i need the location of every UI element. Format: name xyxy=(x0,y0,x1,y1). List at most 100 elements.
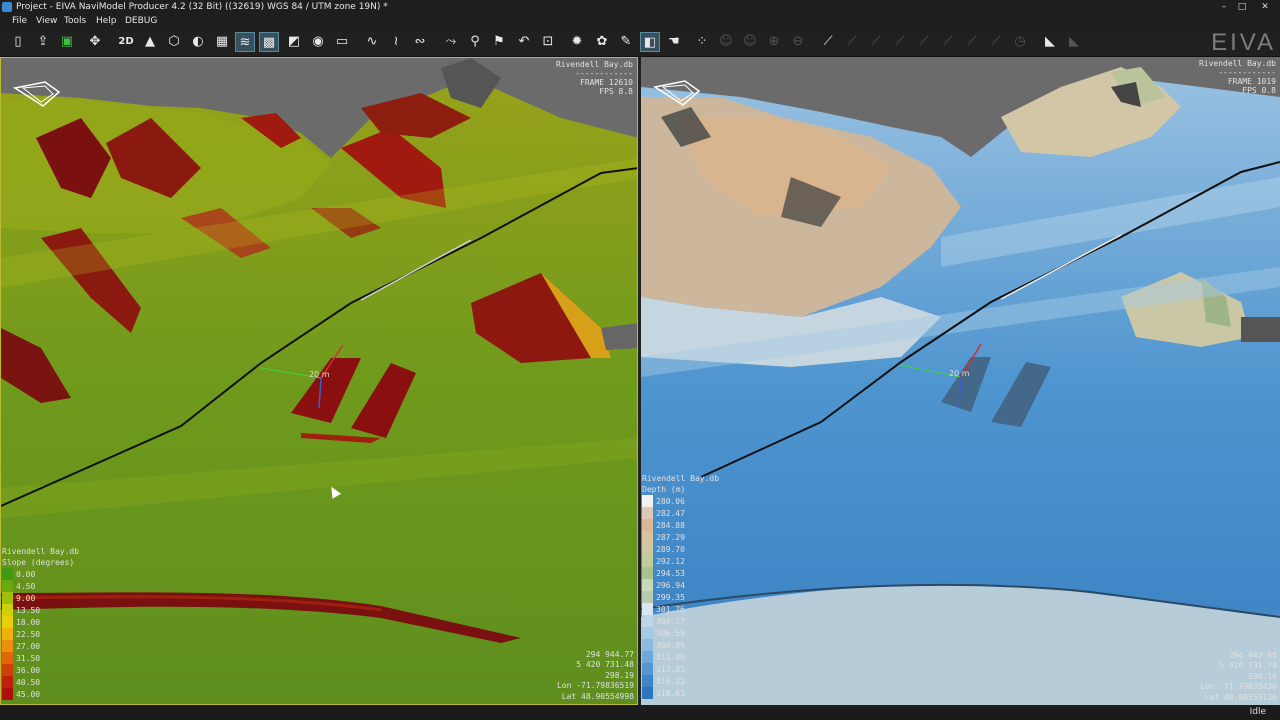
slope-3d-viewport[interactable]: Rivendell Bay.db ------------ FRAME 1261… xyxy=(0,57,638,705)
legend-row: 45.00 xyxy=(2,688,79,700)
shaded-surface-icon[interactable]: ◐ xyxy=(188,32,208,52)
legend-value: 13.50 xyxy=(16,605,41,615)
terrain-icon[interactable]: ◩ xyxy=(284,32,304,52)
legend-db-name: Rivendell Bay.db xyxy=(2,547,80,556)
legend-value: 287.29 xyxy=(656,532,685,542)
legend-value: 304.17 xyxy=(656,616,685,626)
menu-debug[interactable]: DEBUG xyxy=(125,14,157,29)
line-tool-5-icon[interactable]: ⟋ xyxy=(914,32,934,52)
point-cloud-icon[interactable]: ⁘ xyxy=(692,32,712,52)
north-arrow-icon[interactable]: ▲ xyxy=(140,32,160,52)
legend-value: 9.00 xyxy=(16,593,36,603)
legend-row: 313.81 xyxy=(642,663,719,675)
close-button[interactable]: ✕ xyxy=(1253,0,1277,14)
pin-icon[interactable]: ⚲ xyxy=(465,32,485,52)
line-tool-7-icon[interactable]: ⟋ xyxy=(962,32,982,52)
window-title: Project - EIVA NaviModel Producer 4.2 (3… xyxy=(16,2,388,12)
legend-swatch xyxy=(2,628,13,640)
grid-icon[interactable]: ▦ xyxy=(212,32,232,52)
pin-edit-icon[interactable]: ⚑ xyxy=(489,32,509,52)
legend-swatch xyxy=(642,639,653,651)
line-tool-8-icon[interactable]: ⟋ xyxy=(986,32,1006,52)
depth-terrain-render xyxy=(641,57,1280,705)
paint-brush-icon[interactable]: ✎ xyxy=(616,32,636,52)
profile-edit-icon[interactable]: ∾ xyxy=(410,32,430,52)
save-icon[interactable]: ▣ xyxy=(57,32,77,52)
legend-value: 36.00 xyxy=(16,665,41,675)
color-palette-icon[interactable]: ✿ xyxy=(592,32,612,52)
hand-pointer-icon[interactable]: ☚ xyxy=(664,32,684,52)
legend-swatch xyxy=(642,579,653,591)
slope-profile-2-icon[interactable]: ◣ xyxy=(1064,32,1084,52)
legend-swatch xyxy=(2,568,13,580)
cursor-coordinates: 294 942.65 5 420 731.74 298.19 Lon -71.7… xyxy=(1200,651,1277,704)
legend-swatch xyxy=(642,627,653,639)
legend-value: 299.35 xyxy=(656,592,685,602)
contour-map-icon[interactable]: ≋ xyxy=(235,32,255,52)
profile-icon[interactable]: ∿ xyxy=(362,32,382,52)
new-project-icon[interactable]: ▯ xyxy=(8,32,28,52)
depth-3d-viewport[interactable]: Rivendell Bay.db ------------ FRAME 1019… xyxy=(641,57,1280,705)
route-icon[interactable]: ⤳ xyxy=(441,32,461,52)
scale-label: 20 m xyxy=(949,369,970,378)
legend-value: 40.50 xyxy=(16,677,41,687)
clock-icon[interactable]: ◷ xyxy=(1010,32,1030,52)
legend-swatch xyxy=(642,615,653,627)
line-tool-3-icon[interactable]: ⟋ xyxy=(866,32,886,52)
legend-swatch xyxy=(642,543,653,555)
legend-row: 280.06 xyxy=(642,495,719,507)
legend-row: 284.88 xyxy=(642,519,719,531)
db-name: Rivendell Bay.db xyxy=(555,60,633,69)
legend-swatch xyxy=(642,495,653,507)
menu-tools[interactable]: Tools xyxy=(64,14,86,29)
point-remove-icon[interactable]: ⊖ xyxy=(788,32,808,52)
line-tool-2-icon[interactable]: ⟋ xyxy=(842,32,862,52)
fill-icon[interactable]: ◧ xyxy=(640,32,660,52)
cursor-coordinates: 294 944.77 5 420 731.48 298.19 Lon -71.7… xyxy=(557,650,634,703)
point-add-icon[interactable]: ⊕ xyxy=(764,32,784,52)
legend-swatch xyxy=(2,616,13,628)
legend-row: 9.00 xyxy=(2,592,79,604)
legend-swatch xyxy=(642,603,653,615)
legend-value: 282.47 xyxy=(656,508,685,518)
menu-file[interactable]: File xyxy=(12,14,27,29)
menu-view[interactable]: View xyxy=(36,14,57,29)
crop-icon[interactable]: ⊡ xyxy=(538,32,558,52)
cube-icon[interactable]: ⬡ xyxy=(164,32,184,52)
legend-swatch xyxy=(2,688,13,700)
ruler-icon[interactable]: ▭ xyxy=(332,32,352,52)
legend-value: 313.81 xyxy=(656,664,685,674)
menu-help[interactable]: Help xyxy=(96,14,117,29)
legend-title: Depth (m) xyxy=(642,485,686,494)
legend-value: 301.76 xyxy=(656,604,685,614)
legend-row: 4.50 xyxy=(2,580,79,592)
legend-swatch xyxy=(642,555,653,567)
view-2d-button[interactable]: 2D xyxy=(116,32,136,52)
legend-value: 0.00 xyxy=(16,569,36,579)
point-filter-icon[interactable]: ☺ xyxy=(716,32,736,52)
frame-counter: FRAME 12610 xyxy=(580,78,633,87)
undo-path-icon[interactable]: ↶ xyxy=(514,32,534,52)
point-select-icon[interactable]: ☺ xyxy=(740,32,760,52)
mesh-grid-icon[interactable]: ▩ xyxy=(259,32,279,52)
sun-light-icon[interactable]: ✹ xyxy=(567,32,587,52)
maximize-button[interactable]: □ xyxy=(1230,0,1254,14)
open-icon[interactable]: ⇪ xyxy=(33,32,53,52)
slope-profile-icon[interactable]: ◣ xyxy=(1040,32,1060,52)
coord-easting: 294 942.65 xyxy=(1228,650,1277,660)
depth-legend: Rivendell Bay.db Depth (m) 280.06 282.47 2… xyxy=(642,473,719,699)
satellite-icon[interactable]: ✥ xyxy=(85,32,105,52)
profile-multi-icon[interactable]: ≀ xyxy=(386,32,406,52)
legend-swatch xyxy=(642,519,653,531)
legend-value: 294.53 xyxy=(656,568,685,578)
status-text: Idle xyxy=(1249,707,1266,717)
legend-row: 13.50 xyxy=(2,604,79,616)
coord-lat: Lat 48.90554998 xyxy=(561,691,634,701)
coord-northing: 5 420 731.48 xyxy=(576,660,634,669)
camera-icon[interactable]: ◉ xyxy=(308,32,328,52)
line-tool-6-icon[interactable]: ⟋ xyxy=(938,32,958,52)
line-tool-4-icon[interactable]: ⟋ xyxy=(890,32,910,52)
viewport-info: Rivendell Bay.db ------------ FRAME 1261… xyxy=(556,60,633,96)
line-tool-icon[interactable]: ⟋ xyxy=(818,32,838,52)
viewport-info: Rivendell Bay.db ------------ FRAME 1019… xyxy=(1199,59,1276,95)
